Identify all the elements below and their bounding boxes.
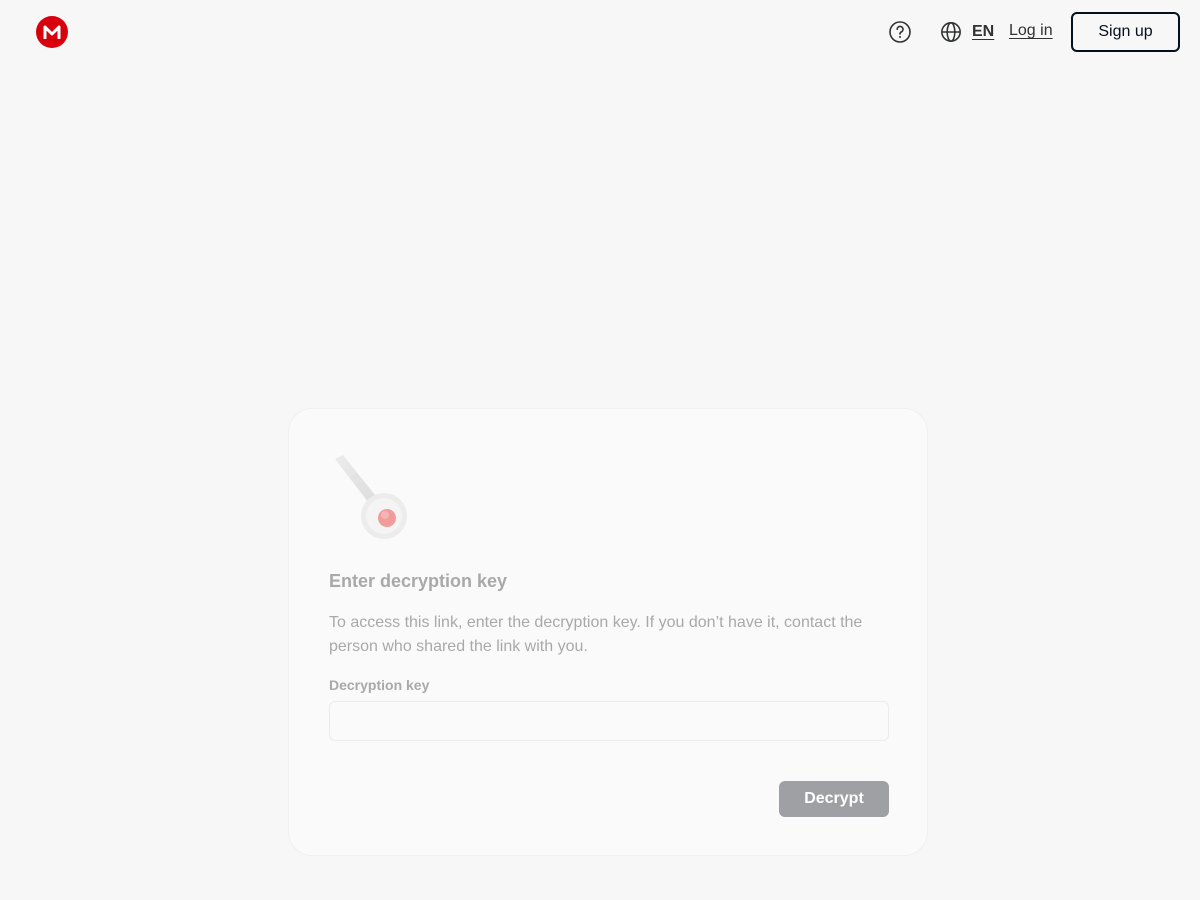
decryption-key-input[interactable]: [329, 701, 889, 741]
mega-logo-icon[interactable]: [36, 16, 68, 48]
help-circle-icon: [889, 21, 911, 43]
key-icon: [321, 449, 421, 549]
language-label: EN: [972, 23, 995, 40]
mega-m-glyph: [43, 25, 61, 39]
top-bar: EN Log in Sign up: [0, 0, 1200, 64]
decryption-key-label: Decryption key: [329, 677, 430, 693]
language-selector[interactable]: EN: [940, 19, 994, 45]
globe-icon: [941, 22, 961, 42]
decryption-card: Enter decryption key To access this link…: [288, 408, 928, 856]
login-link[interactable]: Log in: [1009, 22, 1053, 40]
signup-button[interactable]: Sign up: [1071, 12, 1180, 52]
card-description: To access this link, enter the decryptio…: [329, 614, 863, 655]
card-title: Enter decryption key: [329, 571, 508, 591]
help-button[interactable]: [887, 19, 913, 45]
decrypt-button[interactable]: Decrypt: [779, 781, 889, 817]
